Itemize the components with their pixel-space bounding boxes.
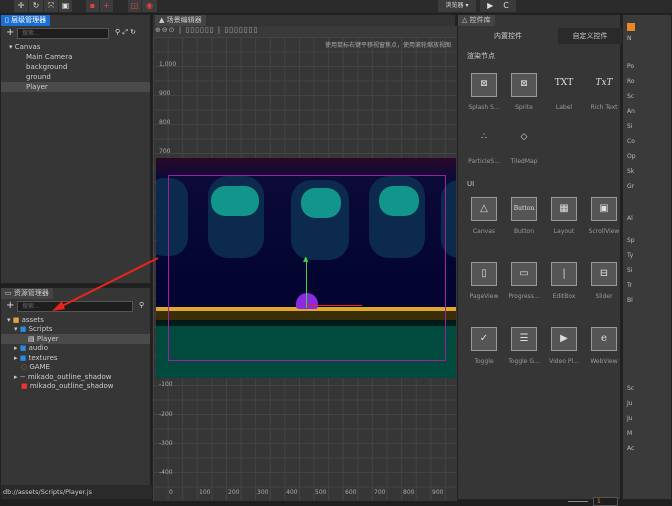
zoom-slider[interactable]	[568, 501, 588, 502]
annotation-arrow	[52, 257, 159, 311]
